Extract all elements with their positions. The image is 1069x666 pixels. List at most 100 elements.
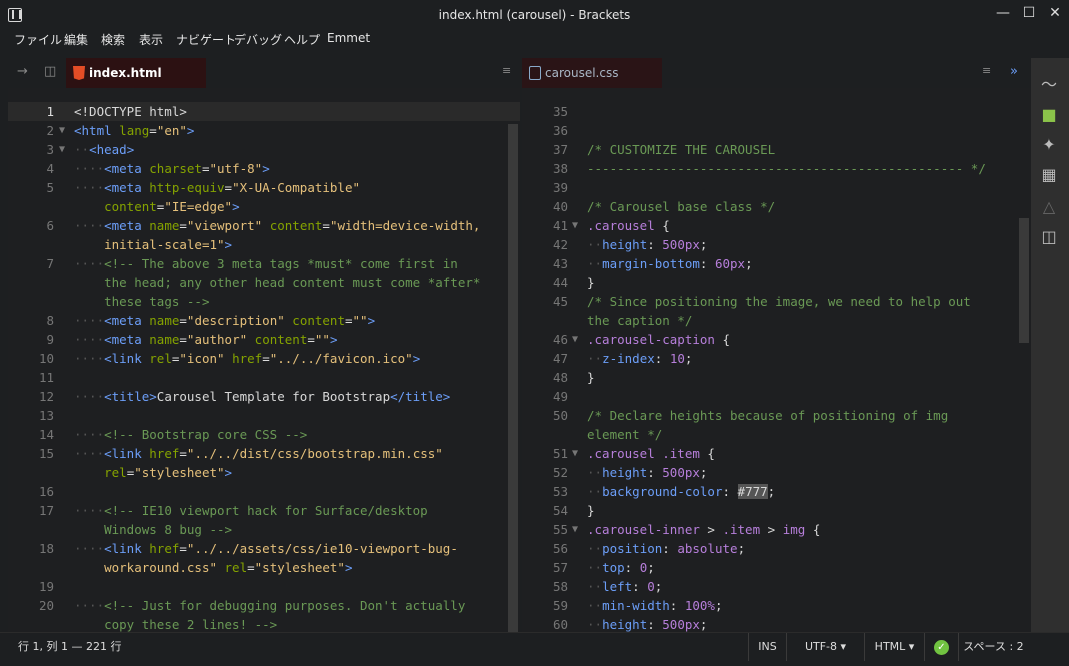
scrollbar[interactable]: [1019, 218, 1029, 343]
code-line: ····<meta charset="utf-8">: [74, 161, 270, 176]
extension-manager-icon[interactable]: ■: [1038, 104, 1060, 126]
expand-toolbar-icon[interactable]: »: [1010, 64, 1018, 79]
code-line: element */: [587, 427, 663, 442]
window-title: index.html (carousel) - Brackets: [438, 8, 631, 22]
line-number: [8, 463, 54, 482]
css-code-editor[interactable]: 35 36 37 /* CUSTOMIZE THE CAROUSEL 38 -------…: [522, 88, 1031, 632]
line-number: 16: [38, 484, 54, 499]
code-line: ··background-color: #777;: [587, 484, 776, 499]
pane-menu-icon[interactable]: ≡: [982, 64, 991, 77]
left-editor-pane: → ◫ index.html ≡ 1 <!DOCTYPE html> 2 ▼ <html…: [8, 58, 520, 632]
live-preview-icon[interactable]: 〜: [1038, 74, 1060, 96]
line-number: 53: [552, 484, 568, 499]
css3-icon: [529, 66, 541, 80]
line-number: 46: [552, 332, 568, 347]
cursor-position: 行 1, 列 1 — 221 行: [18, 640, 122, 653]
pane-menu-icon[interactable]: ≡: [502, 64, 511, 77]
insert-mode-toggle[interactable]: INS: [748, 633, 786, 661]
code-line: ··height: 500px;: [587, 237, 708, 252]
bottle-icon[interactable]: △: [1038, 196, 1060, 218]
code-line: .carousel {: [587, 218, 670, 233]
menu-debug[interactable]: デバッグ: [234, 31, 282, 48]
code-line: ····<meta name="viewport" content="width…: [74, 218, 481, 233]
code-line: ----------------------------------------…: [587, 161, 986, 176]
code-line: the caption */: [587, 313, 693, 328]
fold-arrow-icon[interactable]: ▼: [572, 216, 578, 235]
menu-file[interactable]: ファイル: [14, 31, 62, 48]
code-line: ····<meta name="description" content="">: [74, 313, 376, 328]
code-line: ····<!-- Bootstrap core CSS -->: [74, 427, 308, 442]
scrollbar[interactable]: [508, 124, 518, 632]
fold-arrow-icon[interactable]: ▼: [572, 520, 578, 539]
line-number: 5: [46, 180, 54, 195]
code-line: }: [587, 370, 595, 385]
line-number: 57: [552, 560, 568, 575]
line-number: 56: [552, 541, 568, 556]
menu-find[interactable]: 検索: [101, 31, 125, 48]
html5-icon: [73, 66, 85, 80]
fold-arrow-icon[interactable]: ▼: [59, 140, 65, 159]
line-number: 55: [552, 522, 568, 537]
tab-carousel-css[interactable]: carousel.css: [522, 58, 662, 88]
menu-navigate[interactable]: ナビゲート: [176, 31, 236, 48]
code-line: .carousel-caption {: [587, 332, 730, 347]
line-number: 52: [552, 465, 568, 480]
menu-view[interactable]: 表示: [139, 31, 163, 48]
lint-status[interactable]: ✓: [924, 633, 958, 661]
line-number: [8, 520, 54, 539]
line-number: 2: [46, 123, 54, 138]
fold-arrow-icon[interactable]: ▼: [572, 444, 578, 463]
code-line: ··z-index: 10;: [587, 351, 693, 366]
close-icon[interactable]: ✕: [1042, 3, 1068, 23]
arrow-right-icon[interactable]: →: [17, 64, 28, 79]
code-line: .carousel-inner > .item > img {: [587, 522, 821, 537]
line-number: 6: [46, 218, 54, 233]
tab-label: index.html: [89, 66, 162, 80]
code-line: .carousel .item {: [587, 446, 715, 461]
left-pane-header: → ◫ index.html ≡: [8, 58, 520, 88]
code-line: copy these 2 lines! -->: [104, 617, 278, 632]
tab-index-html[interactable]: index.html: [66, 58, 206, 88]
line-number: 13: [38, 408, 54, 423]
code-line: ····<link href="../../assets/css/ie10-vi…: [74, 541, 458, 556]
title-bar: index.html (carousel) - Brackets — ☐ ✕: [0, 0, 1069, 30]
line-number: 47: [552, 351, 568, 366]
line-number: [522, 425, 568, 444]
line-number: [8, 197, 54, 216]
line-number: 37: [552, 142, 568, 157]
line-number: 58: [552, 579, 568, 594]
code-line: the head; any other head content must co…: [104, 275, 481, 290]
line-number: [8, 558, 54, 577]
code-line: /* CUSTOMIZE THE CAROUSEL: [587, 142, 776, 157]
minimize-icon[interactable]: —: [990, 3, 1016, 23]
encoding-select[interactable]: UTF-8 ▾: [786, 633, 864, 661]
code-line: /* Since positioning the image, we need …: [587, 294, 971, 309]
code-line: ··min-width: 100%;: [587, 598, 723, 613]
line-number: 39: [552, 180, 568, 195]
wand-icon[interactable]: ✦: [1038, 134, 1060, 156]
code-line: ····<!-- The above 3 meta tags *must* co…: [74, 256, 458, 271]
html-code-editor[interactable]: 1 <!DOCTYPE html> 2 ▼ <html lang="en"> 3 ▼ ··<h…: [8, 88, 520, 632]
line-number: 36: [552, 123, 568, 138]
split-view-icon[interactable]: ◫: [44, 64, 56, 79]
code-line: /* Carousel base class */: [587, 199, 776, 214]
menu-edit[interactable]: 編集: [64, 31, 88, 48]
grid-icon[interactable]: ▦: [1038, 164, 1060, 186]
language-select[interactable]: HTML ▾: [864, 633, 924, 661]
status-bar: 行 1, 列 1 — 221 行 INS UTF-8 ▾ HTML ▾ ✓ スペ…: [0, 632, 1069, 661]
line-number: 4: [46, 161, 54, 176]
code-line: ····<link href="../../dist/css/bootstrap…: [74, 446, 443, 461]
right-pane-header: carousel.css ≡ »: [522, 58, 1031, 88]
fold-arrow-icon[interactable]: ▼: [59, 121, 65, 140]
line-number: 49: [552, 389, 568, 404]
code-file-icon[interactable]: ◫: [1038, 226, 1060, 248]
main-toolbar: 〜 ■ ✦ ▦ △ ◫: [1031, 58, 1069, 632]
menu-emmet[interactable]: Emmet: [327, 31, 370, 45]
line-number: 42: [552, 237, 568, 252]
fold-arrow-icon[interactable]: ▼: [572, 330, 578, 349]
line-number: 20: [38, 598, 54, 613]
check-icon: ✓: [934, 640, 949, 655]
indent-setting[interactable]: スペース : 2: [958, 633, 1028, 661]
menu-help[interactable]: ヘルプ: [284, 31, 320, 48]
maximize-icon[interactable]: ☐: [1016, 3, 1042, 23]
